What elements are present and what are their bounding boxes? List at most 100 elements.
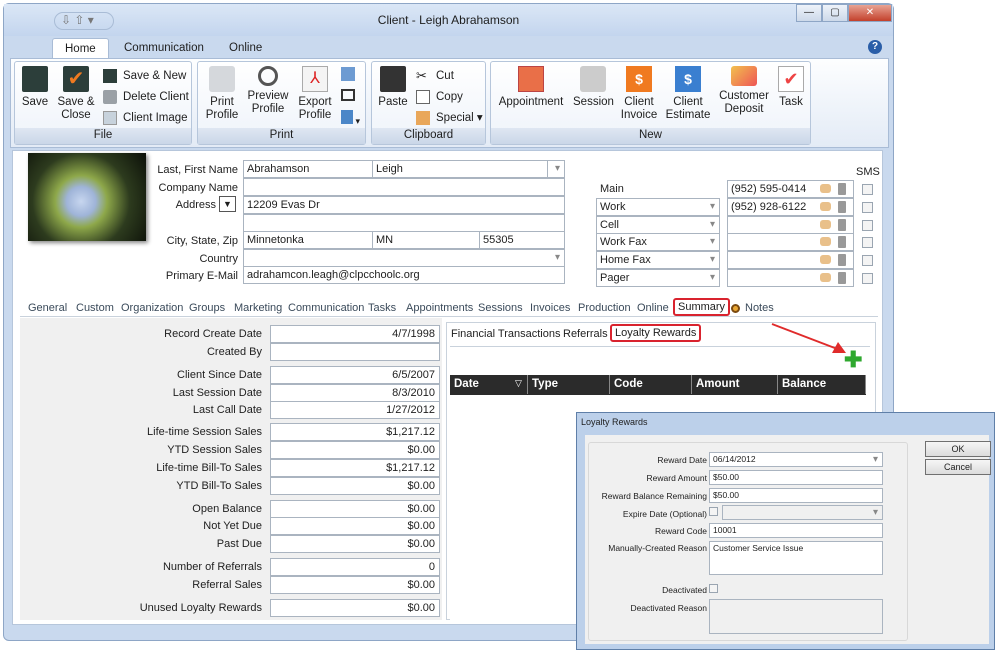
tab-invoices[interactable]: Invoices <box>530 302 570 314</box>
deactivated-checkbox[interactable] <box>709 584 718 593</box>
tab-communication[interactable]: Communication <box>288 302 364 314</box>
sms-checkbox[interactable] <box>862 237 873 249</box>
tab-appointments[interactable]: Appointments <box>406 302 473 314</box>
cut-button[interactable]: ✂ Cut <box>414 67 454 87</box>
sms-checkbox[interactable] <box>862 184 873 195</box>
address-line1-input[interactable]: 12209 Evas Dr <box>243 196 565 214</box>
appointment-button[interactable]: Appointment <box>495 66 567 109</box>
company-input[interactable] <box>243 178 565 196</box>
phone-input[interactable]: (952) 595-0414 <box>727 180 854 198</box>
save-button[interactable]: Save <box>19 66 51 109</box>
name-suffix-dropdown[interactable] <box>547 160 565 178</box>
reward-date-picker[interactable]: 06/14/2012 <box>709 452 883 467</box>
sms-bubble-icon[interactable] <box>820 201 831 211</box>
phone-input[interactable] <box>727 251 854 270</box>
reason-textarea[interactable]: Customer Service Issue <box>709 541 883 575</box>
phone-dial-icon[interactable] <box>838 272 846 284</box>
phone-dial-icon[interactable] <box>838 183 846 195</box>
sms-checkbox[interactable] <box>862 201 873 213</box>
maximize-button[interactable]: ▢ <box>822 4 848 22</box>
tab-custom[interactable]: Custom <box>76 302 114 314</box>
tab-tasks[interactable]: Tasks <box>368 302 396 314</box>
address-line2-input[interactable] <box>243 214 565 232</box>
customer-deposit-button[interactable]: Customer Deposit <box>719 66 769 116</box>
phone-input[interactable] <box>727 269 854 287</box>
sms-bubble-icon[interactable] <box>820 237 831 247</box>
ok-button[interactable]: OK <box>925 441 991 457</box>
help-icon[interactable]: ? <box>868 40 882 54</box>
sms-bubble-icon[interactable] <box>820 255 831 265</box>
zip-input[interactable]: 55305 <box>479 231 565 249</box>
tab-online[interactable]: Online <box>217 38 274 60</box>
first-name-input[interactable]: Leigh <box>372 160 548 178</box>
sms-checkbox[interactable] <box>862 219 873 231</box>
column-header-code[interactable]: Code <box>610 375 692 394</box>
sms-checkbox[interactable] <box>862 273 873 284</box>
phone-type-dropdown[interactable]: Pager <box>596 269 720 287</box>
print-window-icon[interactable] <box>341 67 355 81</box>
tab-marketing[interactable]: Marketing <box>234 302 282 314</box>
save-new-button[interactable]: Save & New <box>101 67 186 87</box>
subtab-referrals[interactable]: Referrals <box>563 328 608 340</box>
phone-dial-icon[interactable] <box>838 200 846 213</box>
report-dropdown-icon[interactable]: ▾ <box>341 110 363 126</box>
print-profile-button[interactable]: Print Profile <box>202 66 242 122</box>
tab-summary[interactable]: Summary <box>673 298 731 316</box>
tab-organization[interactable]: Organization <box>121 302 183 314</box>
phone-type-dropdown[interactable]: Work <box>596 197 720 216</box>
minimize-button[interactable]: — <box>796 4 822 22</box>
phone-type-dropdown[interactable]: Work Fax <box>596 233 720 252</box>
preview-profile-button[interactable]: Preview Profile <box>246 66 290 116</box>
last-name-input[interactable]: Abrahamson <box>243 160 373 178</box>
reward-code-input[interactable]: 10001 <box>709 523 883 538</box>
tab-general[interactable]: General <box>28 302 67 314</box>
subtab-loyalty-rewards[interactable]: Loyalty Rewards <box>610 324 702 342</box>
phone-dial-icon[interactable] <box>838 254 846 267</box>
sms-bubble-icon[interactable] <box>820 184 831 193</box>
cancel-button[interactable]: Cancel <box>925 459 991 475</box>
save-close-button[interactable]: ✔ Save & Close <box>55 66 97 122</box>
copy-button[interactable]: Copy <box>414 88 463 108</box>
paste-button[interactable]: Paste <box>375 66 411 109</box>
client-estimate-button[interactable]: $ Client Estimate <box>665 66 711 122</box>
sms-bubble-icon[interactable] <box>820 273 831 282</box>
export-profile-button[interactable]: ⅄ Export Profile <box>294 66 336 122</box>
email-input[interactable]: adrahamcon.leagh@clpcchoolc.org <box>243 266 565 284</box>
phone-dial-icon[interactable] <box>838 218 846 231</box>
phone-type-dropdown[interactable]: Home Fax <box>596 251 720 270</box>
subtab-financial-transactions[interactable]: Financial Transactions <box>451 328 560 340</box>
id-card-icon[interactable] <box>341 89 355 101</box>
column-header-balance[interactable]: Balance <box>778 375 866 394</box>
deactivated-reason-textarea[interactable] <box>709 599 883 634</box>
task-button[interactable]: ✔ Task <box>775 66 807 109</box>
tab-online[interactable]: Online <box>637 302 669 314</box>
column-header-amount[interactable]: Amount <box>692 375 778 394</box>
tab-groups[interactable]: Groups <box>189 302 225 314</box>
paste-special-button[interactable]: Special ▾ <box>414 109 486 129</box>
state-input[interactable]: MN <box>372 231 480 249</box>
tab-sessions[interactable]: Sessions <box>478 302 523 314</box>
quick-access-toolbar[interactable]: ⇩ ⇧ ▾ <box>54 12 114 30</box>
phone-dial-icon[interactable] <box>838 236 846 249</box>
client-image-button[interactable]: Client Image <box>101 109 188 129</box>
expire-date-picker[interactable] <box>722 505 883 520</box>
tab-communication[interactable]: Communication <box>112 38 216 60</box>
sms-bubble-icon[interactable] <box>820 219 831 229</box>
tab-production[interactable]: Production <box>578 302 631 314</box>
phone-type-dropdown[interactable]: Cell <box>596 215 720 234</box>
expire-date-checkbox[interactable] <box>709 507 718 516</box>
sms-checkbox[interactable] <box>862 255 873 267</box>
city-input[interactable]: Minnetonka <box>243 231 373 249</box>
client-invoice-button[interactable]: $ Client Invoice <box>619 66 659 122</box>
sort-icon[interactable]: ▽ <box>515 378 522 389</box>
client-photo[interactable] <box>28 153 146 241</box>
reward-balance-input[interactable]: $50.00 <box>709 488 883 503</box>
tab-home[interactable]: Home <box>52 38 109 60</box>
phone-input[interactable] <box>727 233 854 252</box>
close-button[interactable]: ✕ <box>848 4 892 22</box>
phone-input[interactable]: (952) 928-6122 <box>727 197 854 216</box>
column-header-type[interactable]: Type <box>528 375 610 394</box>
country-dropdown[interactable] <box>243 249 565 267</box>
address-type-dropdown[interactable]: ▼ <box>219 196 236 212</box>
reward-amount-input[interactable]: $50.00 <box>709 470 883 485</box>
